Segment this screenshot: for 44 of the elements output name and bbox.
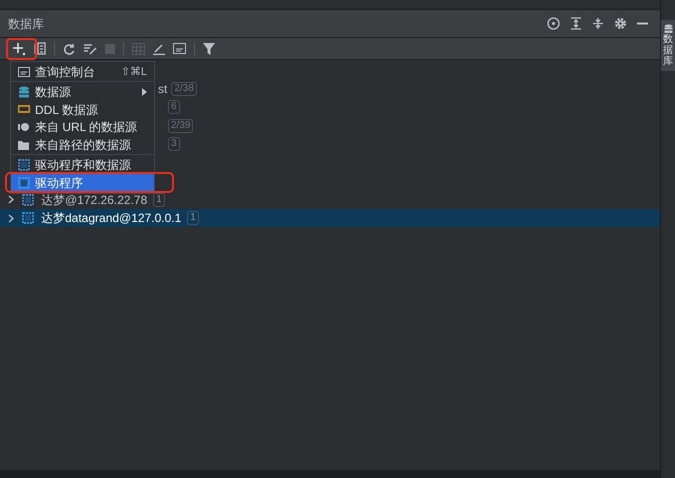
menu-item[interactable]: 来自 URL 的数据源	[11, 118, 154, 136]
database-icon	[18, 86, 30, 98]
folder-icon	[18, 139, 30, 152]
driver-icon	[18, 176, 30, 189]
console-icon[interactable]	[173, 43, 186, 54]
tree-label: 达梦datagrand@127.0.0.1	[41, 210, 182, 228]
menu-item[interactable]: 数据源	[11, 82, 154, 101]
settings-icon[interactable]	[614, 17, 627, 30]
ddl-icon	[18, 103, 30, 116]
highlight-outline	[6, 38, 37, 60]
panel-title: 数据库	[8, 16, 44, 32]
menu-item[interactable]: 驱动程序和数据源	[11, 156, 154, 174]
tree-row[interactable]: st 2/38	[156, 80, 199, 98]
menu-item[interactable]: 驱动程序	[11, 174, 154, 192]
add-icon[interactable]	[12, 42, 26, 56]
menu-item[interactable]: 查询控制台 ⇧⌘L	[11, 63, 154, 81]
console-icon	[18, 66, 30, 78]
count-badge: 2/38	[171, 82, 197, 96]
minimize-icon[interactable]	[637, 22, 648, 25]
database-icon	[664, 24, 672, 34]
count-badge: 1	[187, 211, 199, 226]
count-badge: 1	[153, 192, 165, 207]
filter-icon[interactable]	[203, 42, 215, 54]
count-badge: 6	[168, 100, 180, 114]
url-icon	[18, 121, 30, 134]
tree-label: st	[158, 81, 168, 98]
count-badge: 3	[168, 137, 180, 152]
edit-icon[interactable]	[83, 42, 97, 54]
tree-row[interactable]: 达梦datagrand@127.0.0.1 1	[0, 208, 660, 228]
driver-icon	[22, 194, 34, 206]
refresh-icon[interactable]	[63, 42, 75, 54]
database-side-tab[interactable]: 数据库	[661, 20, 675, 71]
menu-item[interactable]: 来自路径的数据源	[11, 136, 154, 154]
collapse-all-icon[interactable]	[592, 17, 604, 30]
crosshair-icon[interactable]	[547, 17, 560, 30]
count-badge: 2/39	[168, 118, 194, 133]
properties-icon[interactable]	[34, 42, 46, 55]
pencil-icon[interactable]	[153, 42, 165, 54]
expand-all-icon[interactable]	[570, 17, 582, 30]
tree-label: 达梦@172.26.22.78	[41, 192, 148, 209]
menu-item[interactable]: DDL 数据源	[11, 100, 154, 118]
driver-icon	[18, 158, 30, 171]
driver-icon	[22, 212, 34, 224]
shortcut-text: ⇧⌘L	[120, 64, 147, 80]
